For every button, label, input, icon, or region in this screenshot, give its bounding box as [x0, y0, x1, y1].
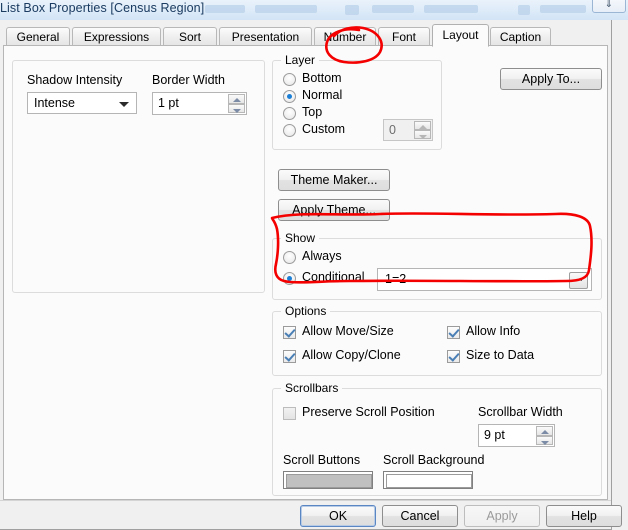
list-box-properties-dialog: General Expressions Sort Presentation Nu… [0, 20, 622, 530]
cancel-button[interactable]: Cancel [382, 505, 458, 527]
show-condition-value: 1=2 [385, 272, 407, 286]
layer-group-title: Layer [281, 53, 320, 67]
radio-layer-bottom[interactable] [283, 73, 296, 86]
scrollbar-width-spinner[interactable]: 9 pt [478, 424, 555, 447]
layer-custom-spin-buttons[interactable] [414, 121, 431, 139]
background-window-title: List Box Properties [Census Region] [0, 1, 205, 15]
show-condition-input[interactable]: 1=2 ... [377, 268, 592, 291]
scroll-buttons-label: Scroll Buttons [283, 453, 361, 467]
radio-layer-custom[interactable] [283, 124, 296, 137]
tab-layout[interactable]: Layout [432, 24, 489, 47]
layer-custom-value: 0 [389, 123, 396, 137]
layer-normal-label: Normal [302, 88, 343, 102]
tab-sort[interactable]: Sort [163, 27, 217, 46]
scrollbars-group: Scrollbars Preserve Scroll Position Scro… [272, 381, 602, 496]
border-width-value: 1 pt [158, 96, 179, 110]
dialog-right-filler [612, 20, 628, 530]
border-width-spinner[interactable]: 1 pt [152, 92, 247, 115]
radio-layer-top[interactable] [283, 107, 296, 120]
preserve-scroll-position-label: Preserve Scroll Position [302, 405, 435, 419]
scroll-background-label: Scroll Background [383, 453, 485, 467]
layer-top-label: Top [302, 105, 323, 119]
allow-info-label: Allow Info [466, 324, 521, 338]
background-window-minimize-icon[interactable]: ⇓ [592, 0, 626, 13]
background-window-titlebar: List Box Properties [Census Region] ⇓ [0, 0, 628, 22]
tab-expressions[interactable]: Expressions [72, 27, 161, 46]
show-always-label: Always [302, 249, 342, 263]
checkbox-allow-copy-clone[interactable] [283, 350, 296, 363]
background-ghost-text-4 [372, 5, 414, 13]
scrollbar-width-spin-up-icon[interactable] [536, 426, 553, 436]
size-to-data-label: Size to Data [466, 348, 535, 362]
checkbox-allow-info[interactable] [447, 326, 460, 339]
show-condition-browse-button[interactable]: ... [569, 272, 588, 289]
shadow-intensity-combo[interactable]: Intense [27, 92, 137, 114]
chevron-down-icon [119, 102, 129, 107]
checkbox-preserve-scroll-position[interactable] [283, 407, 296, 420]
scrollbar-width-label: Scrollbar Width [478, 405, 563, 419]
show-group: Show Always Conditional 1=2 ... [272, 231, 602, 300]
background-ghost-text-7 [540, 5, 586, 13]
layer-custom-spin-up-icon[interactable] [414, 121, 431, 130]
layer-group: Layer Bottom Normal Top Custom 0 [272, 53, 442, 150]
apply-button: Apply [464, 505, 540, 527]
background-ghost-text-3 [345, 5, 359, 15]
ok-button[interactable]: OK [300, 505, 376, 527]
shadow-intensity-value: Intense [34, 96, 76, 110]
background-ghost-text-1 [205, 5, 245, 13]
background-ghost-text-2 [255, 5, 317, 13]
checkbox-allow-move-size[interactable] [283, 326, 296, 339]
show-group-title: Show [281, 231, 320, 245]
scrollbar-width-spin-buttons[interactable] [536, 426, 553, 445]
appearance-panel: Shadow Intensity Intense Border Width 1 … [12, 60, 265, 293]
help-button[interactable]: Help [546, 505, 622, 527]
border-width-spin-up-icon[interactable] [228, 94, 245, 104]
tab-strip: General Expressions Sort Presentation Nu… [0, 24, 611, 47]
theme-maker-button[interactable]: Theme Maker... [278, 169, 390, 191]
shadow-intensity-label: Shadow Intensity [27, 73, 123, 87]
tab-caption[interactable]: Caption [490, 27, 551, 46]
screen: List Box Properties [Census Region] ⇓ Ge… [0, 0, 628, 530]
allow-move-size-label: Allow Move/Size [302, 324, 394, 338]
border-width-spin-down-icon[interactable] [228, 103, 245, 113]
scrollbar-width-value: 9 pt [484, 428, 505, 442]
scroll-buttons-color-swatch[interactable] [283, 471, 373, 489]
layer-bottom-label: Bottom [302, 71, 342, 85]
tab-presentation[interactable]: Presentation [219, 27, 312, 46]
tab-font[interactable]: Font [378, 27, 430, 46]
layer-custom-spinner[interactable]: 0 [383, 119, 433, 141]
background-ghost-text-6 [518, 5, 530, 15]
layer-custom-label: Custom [302, 122, 346, 136]
options-group: Options Allow Move/Size Allow Info Allow… [272, 304, 602, 376]
radio-layer-normal[interactable] [283, 90, 296, 103]
scrollbars-group-title: Scrollbars [281, 381, 343, 395]
dialog-footer: OK Cancel Apply Help [0, 500, 622, 529]
options-group-title: Options [281, 304, 331, 318]
apply-to-button[interactable]: Apply To... [500, 68, 602, 90]
border-width-label: Border Width [152, 73, 225, 87]
tab-general[interactable]: General [6, 27, 70, 46]
radio-show-always[interactable] [283, 251, 296, 264]
apply-theme-button[interactable]: Apply Theme... [278, 199, 390, 221]
radio-show-conditional[interactable] [283, 272, 296, 285]
layout-tab-page: Shadow Intensity Intense Border Width 1 … [3, 45, 608, 500]
scroll-background-color-swatch[interactable] [383, 471, 473, 489]
border-width-spin-buttons[interactable] [228, 94, 245, 113]
allow-copy-clone-label: Allow Copy/Clone [302, 348, 401, 362]
layer-custom-spin-down-icon[interactable] [414, 130, 431, 139]
tab-number[interactable]: Number [314, 27, 376, 46]
scrollbar-width-spin-down-icon[interactable] [536, 435, 553, 445]
show-conditional-label: Conditional [302, 270, 365, 284]
checkbox-size-to-data[interactable] [447, 350, 460, 363]
background-ghost-text-5 [424, 5, 478, 13]
